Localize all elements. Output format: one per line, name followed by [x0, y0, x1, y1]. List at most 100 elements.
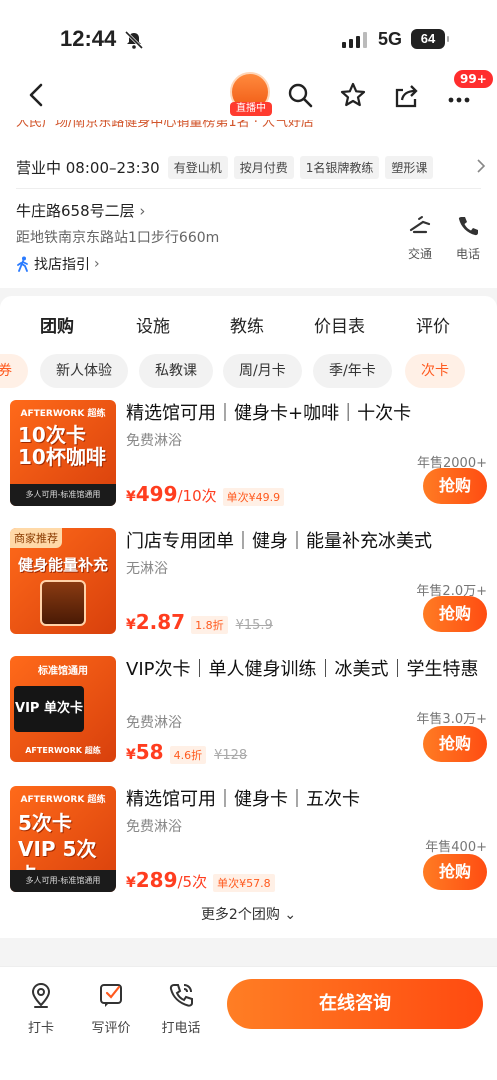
phone-icon: [458, 217, 478, 236]
share-icon[interactable]: [393, 82, 419, 108]
tab-coaches[interactable]: 教练: [230, 312, 264, 337]
deal-price: ¥ 2.87 1.8折 ¥15.9: [126, 610, 273, 634]
search-icon[interactable]: [287, 82, 313, 108]
store-guide-link[interactable]: 找店指引 ›: [16, 254, 100, 274]
deal-image-brand: AFTERWORK 超练: [20, 409, 106, 419]
chip-weekly-monthly[interactable]: 周/月卡: [223, 354, 302, 388]
buy-button[interactable]: 抢购: [423, 854, 487, 890]
deal-title: 门店专用团单｜健身｜能量补充冰美式: [126, 531, 432, 552]
merchant-recommend-tag: 商家推荐: [10, 528, 62, 548]
deal-subtitle: 免费淋浴: [126, 715, 182, 731]
price-value: 58: [135, 740, 164, 764]
price-value: 499: [135, 482, 178, 506]
deal-image: 商家推荐 健身能量补充: [10, 528, 116, 634]
bottom-action-bar: 打卡 写评价 打电话 在线咨询: [0, 966, 497, 1080]
section-tabs: 团购 设施 教练 价目表 评价: [0, 312, 497, 342]
rank-strip[interactable]: 人民广场/南京东路健身中心销量榜第1名 · 人气好店: [16, 120, 356, 132]
deal-image: AFTERWORK 超练 5次卡 VIP 5次卡 多人可用-标准馆通用: [10, 786, 116, 892]
feature-chip: 有登山机: [167, 155, 228, 179]
chevron-right-icon: ›: [94, 256, 100, 272]
guide-label: 找店指引: [34, 257, 90, 273]
deal-image-brand: AFTERWORK 超练: [20, 795, 106, 805]
chevron-right-icon: ›: [139, 202, 146, 220]
feature-chip: 1名银牌教练: [299, 155, 380, 179]
original-price: ¥15.9: [235, 618, 273, 633]
deal-subtitle: 免费淋浴: [126, 433, 182, 449]
currency-symbol: ¥: [126, 747, 136, 763]
write-review-button[interactable]: 写评价: [86, 981, 136, 1036]
deal-item[interactable]: 标准馆通用 VIP 单次卡 AFTERWORK 超练 VIP次卡｜单人健身训练｜…: [10, 656, 490, 766]
more-deals-label: 更多2个团购: [200, 907, 280, 923]
currency-symbol: ¥: [126, 489, 136, 505]
distance-text: 距地铁南京东路站1口步行660m: [16, 230, 220, 246]
deal-item[interactable]: 商家推荐 健身能量补充 门店专用团单｜健身｜能量补充冰美式 无淋浴 年售2.0万…: [10, 528, 490, 636]
price-value: 2.87: [135, 610, 186, 634]
filter-chips: 券 新人体验 私教课 周/月卡 季/年卡 次卡: [0, 354, 497, 388]
deals-section: 团购 设施 教练 价目表 评价 券 新人体验 私教课 周/月卡 季/年卡 次卡 …: [0, 296, 497, 938]
original-price: ¥128: [214, 748, 248, 763]
deal-sold-count: 年售3.0万+: [416, 712, 487, 727]
traffic-label: 交通: [407, 247, 432, 261]
address-text: 牛庄路658号二层: [16, 202, 135, 220]
deal-subtitle: 无淋浴: [126, 561, 168, 577]
price-value: 289: [135, 868, 178, 892]
currency-symbol: ¥: [126, 875, 136, 891]
deal-sold-count: 年售400+: [425, 840, 487, 855]
chip-coupon[interactable]: 券: [0, 354, 28, 388]
shop-info: 人民广场/南京东路健身中心销量榜第1名 · 人气好店 营业中 08:00–23:…: [0, 120, 497, 288]
deal-price: ¥ 58 4.6折 ¥128: [126, 740, 247, 764]
phone-button[interactable]: 电话: [450, 214, 486, 262]
deal-price: ¥ 289 /5次 单次¥57.8: [126, 868, 275, 892]
deal-image-text: 健身能量补充: [18, 556, 109, 574]
bell-muted-icon: [124, 30, 144, 50]
tab-reviews[interactable]: 评价: [416, 312, 450, 337]
address[interactable]: 牛庄路658号二层 ›: [16, 200, 145, 221]
online-consult-button[interactable]: 在线咨询: [227, 979, 483, 1029]
deal-title: 精选馆可用｜健身卡+咖啡｜十次卡: [126, 403, 412, 424]
chip-private-lessons[interactable]: 私教课: [139, 354, 213, 388]
signal-icon: [342, 32, 367, 48]
buy-button[interactable]: 抢购: [423, 726, 487, 762]
deal-image-brand: 标准馆通用: [38, 666, 88, 677]
network-type: 5G: [378, 29, 403, 49]
status-time: 12:44: [60, 26, 117, 51]
tab-group-buy[interactable]: 团购: [40, 312, 74, 339]
hours-row[interactable]: 营业中 08:00–23:30 有登山机 按月付费 1名银牌教练 塑形课: [16, 154, 486, 180]
deal-image-footer: 多人可用-标准馆通用: [10, 870, 116, 892]
deal-image-text: 10次卡 10杯咖啡: [18, 423, 106, 469]
buy-button[interactable]: 抢购: [423, 596, 487, 632]
deal-title: 精选馆可用｜健身卡｜五次卡: [126, 789, 360, 810]
deal-price: ¥ 499 /10次 单次¥49.9: [126, 482, 285, 506]
chip-season-year[interactable]: 季/年卡: [313, 354, 392, 388]
status-bar: 12:44 5G 64: [0, 0, 497, 70]
chip-visit-card[interactable]: 次卡: [405, 354, 465, 388]
unit-price-note: 单次¥49.9: [222, 488, 285, 506]
star-icon[interactable]: [340, 82, 366, 108]
phone-call-icon: [169, 984, 193, 1007]
deal-image: 标准馆通用 VIP 单次卡 AFTERWORK 超练: [10, 656, 116, 762]
checkin-button[interactable]: 打卡: [16, 981, 66, 1036]
traffic-button[interactable]: 交通: [402, 214, 438, 262]
back-icon[interactable]: [24, 82, 48, 108]
chevron-down-icon: ⌄: [284, 907, 297, 923]
call-button[interactable]: 打电话: [156, 981, 206, 1036]
tab-price-list[interactable]: 价目表: [314, 312, 365, 337]
price-unit: /10次: [177, 487, 217, 505]
more-deals-link[interactable]: 更多2个团购 ⌄: [0, 904, 497, 924]
deal-image-footer: 多人可用-标准馆通用: [10, 484, 116, 506]
deal-item[interactable]: AFTERWORK 超练 5次卡 VIP 5次卡 多人可用-标准馆通用 精选馆可…: [10, 786, 490, 894]
chevron-right-icon: [477, 159, 486, 173]
live-avatar[interactable]: 直播中: [230, 72, 272, 118]
top-nav: 直播中 99+: [0, 70, 497, 120]
battery-icon: 64: [411, 29, 449, 49]
deal-image-footer: AFTERWORK 超练: [25, 746, 101, 755]
write-review-label: 写评价: [91, 1021, 131, 1036]
notification-badge: 99+: [454, 70, 493, 88]
deal-image: AFTERWORK 超练 10次卡 10杯咖啡 多人可用-标准馆通用: [10, 400, 116, 506]
tab-facilities[interactable]: 设施: [136, 312, 170, 337]
coffee-cup-image: [40, 580, 86, 626]
deal-item[interactable]: AFTERWORK 超练 10次卡 10杯咖啡 多人可用-标准馆通用 精选馆可用…: [10, 400, 490, 508]
chip-newbie[interactable]: 新人体验: [40, 354, 128, 388]
deal-title: VIP次卡｜单人健身训练｜冰美式｜学生特惠: [126, 659, 479, 680]
buy-button[interactable]: 抢购: [423, 468, 487, 504]
